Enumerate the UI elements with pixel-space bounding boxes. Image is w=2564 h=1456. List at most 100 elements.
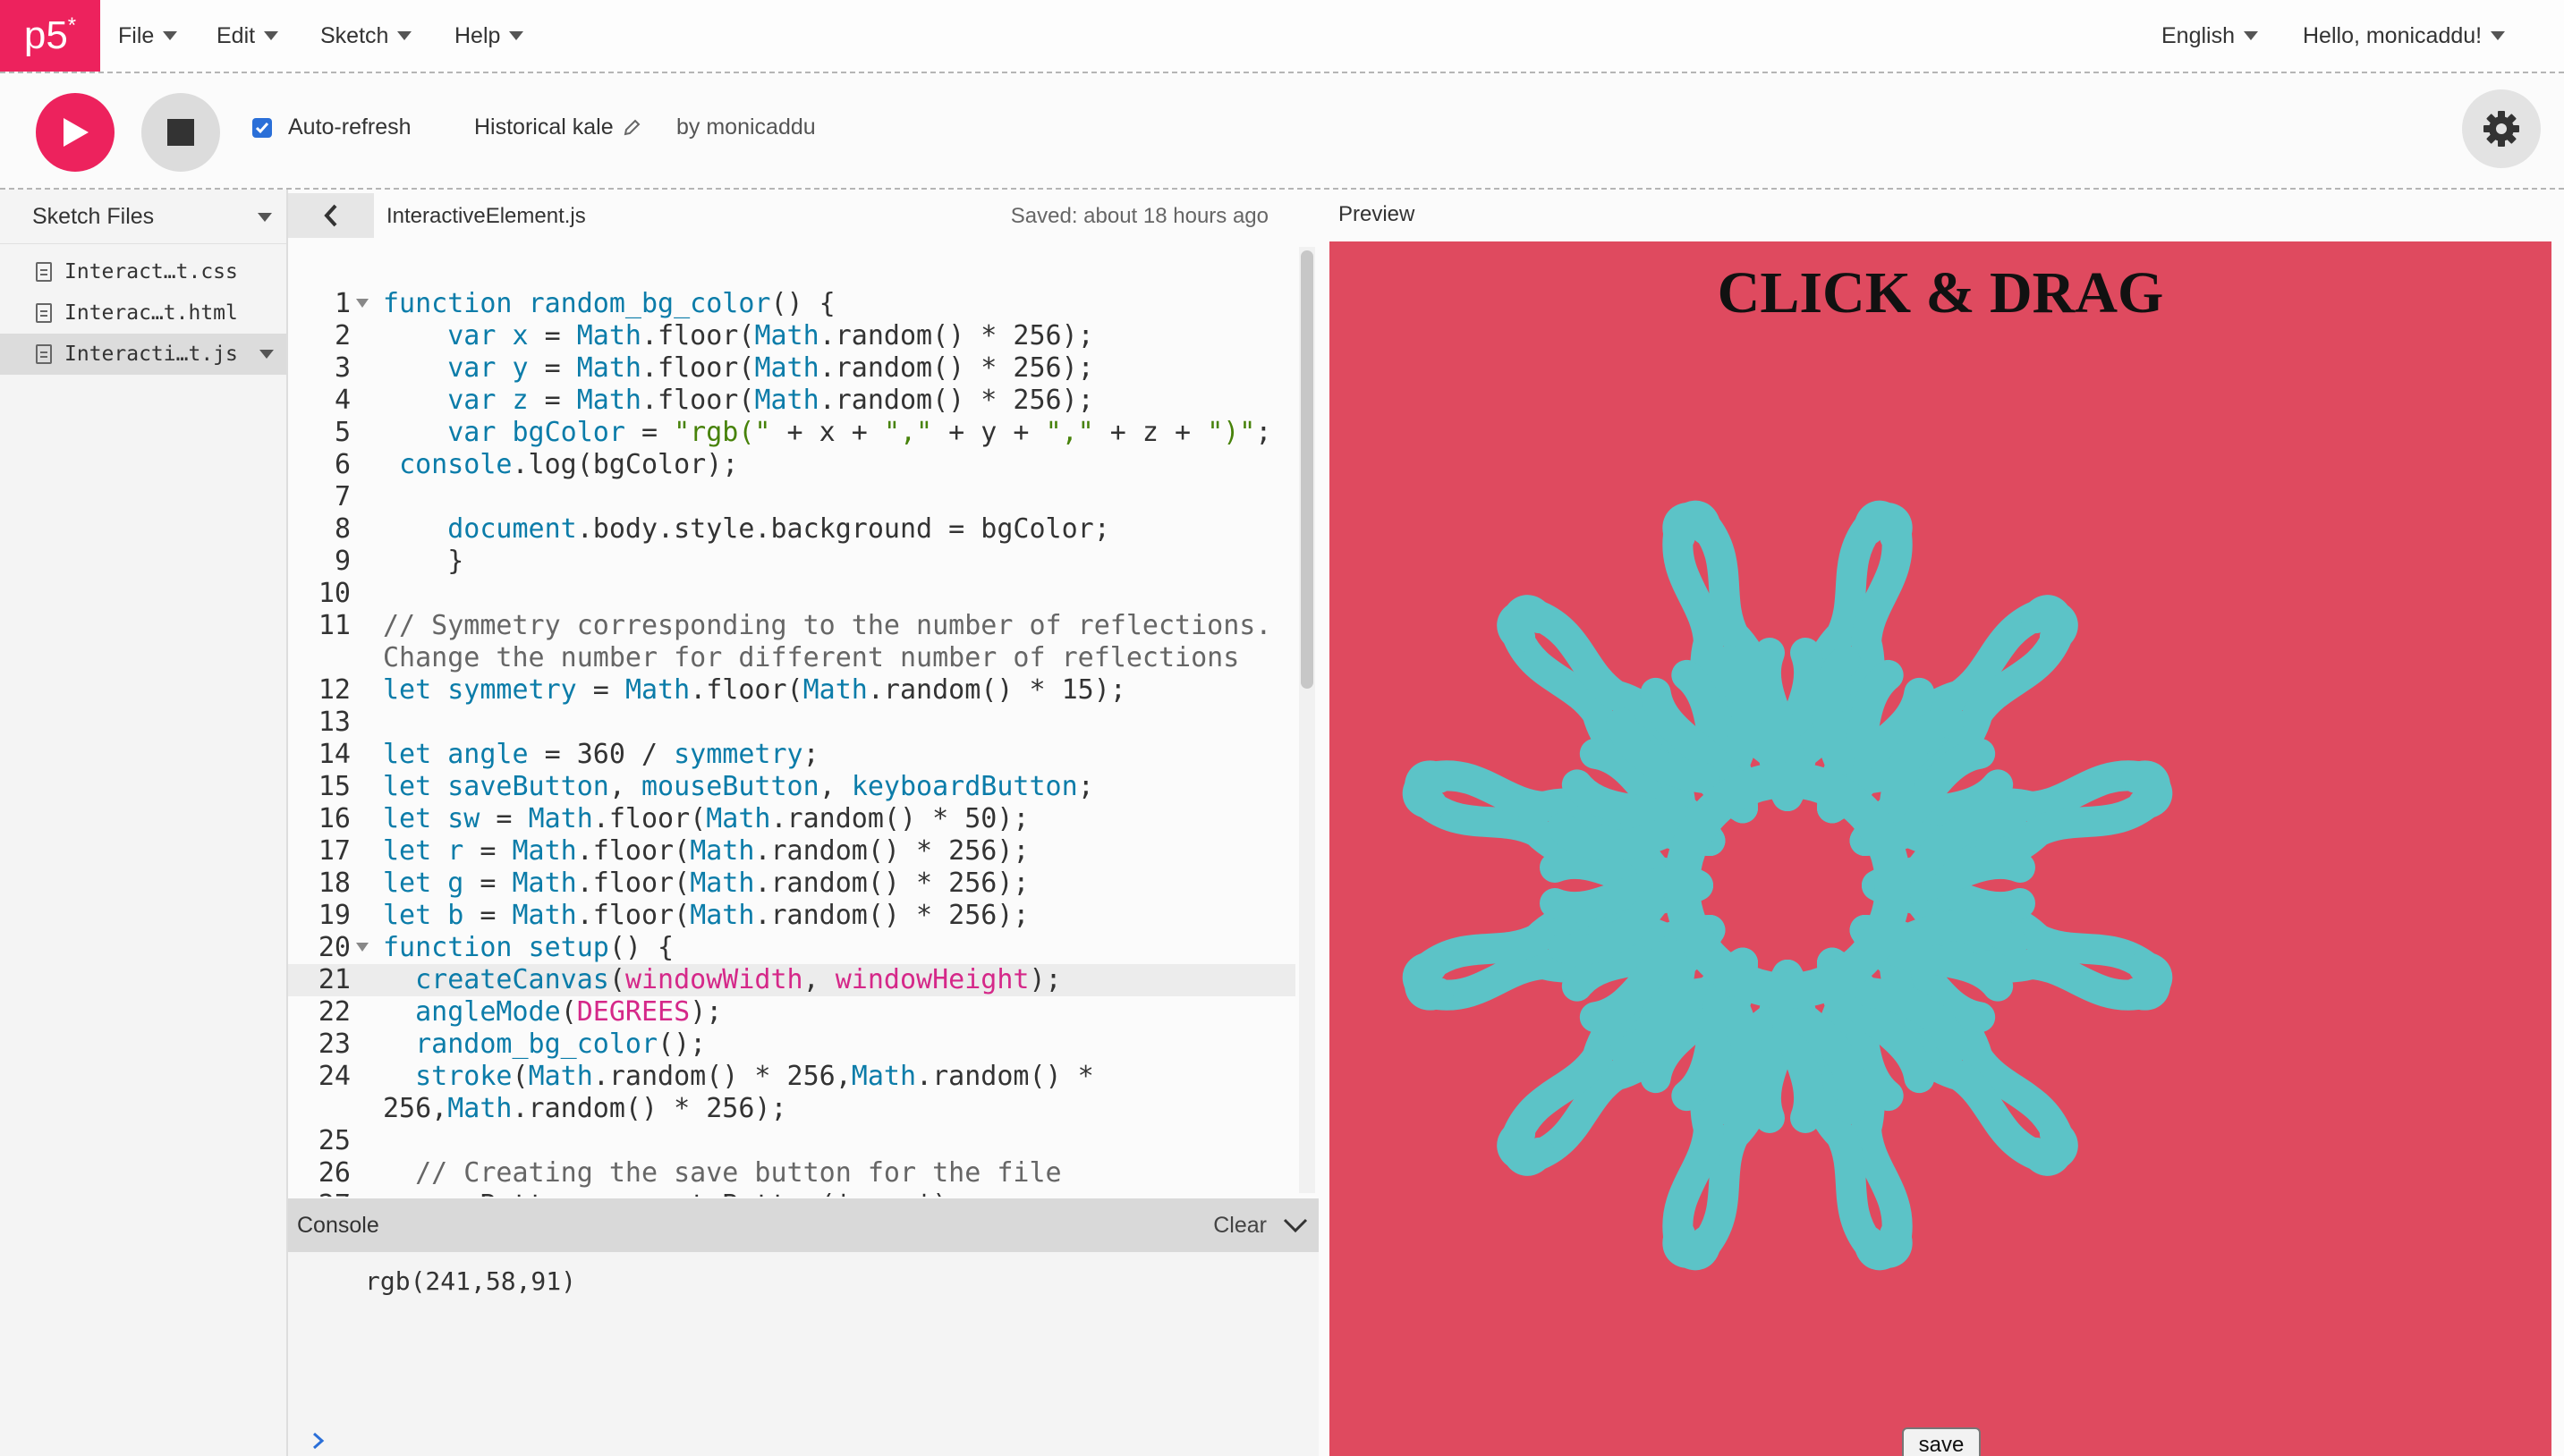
code-editor[interactable]: 1 function random_bg_color() {2 var x = M… [288,243,1295,1197]
code-text: let symmetry = Math.floor(Math.random() … [383,674,1126,706]
code-text: random_bg_color(); [415,1029,707,1060]
line-number: 1 [334,288,351,319]
fold-arrow-icon[interactable] [356,943,369,952]
line-number: 21 [318,964,351,995]
code-text: // Symmetry corresponding to the number … [383,610,1272,641]
play-icon [64,118,89,147]
file-item-js[interactable]: Interacti…t.js [0,334,286,375]
code-line[interactable]: 17 let r = Math.floor(Math.random() * 256… [288,835,1295,868]
code-line[interactable]: 8 document.body.style.background = bgCol… [288,513,1295,546]
code-line[interactable]: 13 [288,707,1295,739]
menu-sketch[interactable]: Sketch [320,0,412,72]
p5-logo[interactable]: p5 * [0,0,100,72]
sidebar-header[interactable]: Sketch Files [0,190,286,244]
code-line[interactable]: 23 random_bg_color(); [288,1029,1295,1061]
sketch-name[interactable]: Historical kale [474,114,641,140]
kaleidoscope-drawing[interactable] [1365,465,2260,1324]
kaleidoscope-center-ring [1664,762,1911,1009]
menu-help[interactable]: Help [454,0,524,72]
file-icon [36,262,52,282]
code-line[interactable]: 9 } [288,546,1295,578]
code-line[interactable]: Change the number for different number o… [288,642,1295,674]
line-number: 22 [318,996,351,1028]
sketch-name-text: Historical kale [474,114,614,140]
file-item-html[interactable]: Interac…t.html [0,292,286,334]
code-line[interactable]: 3 var y = Math.floor(Math.random() * 256… [288,352,1295,385]
code-line[interactable]: 21 createCanvas(windowWidth, windowHeigh… [288,964,1295,996]
auto-refresh-toggle[interactable]: Auto-refresh [252,114,412,140]
code-line[interactable]: 14 let angle = 360 / symmetry; [288,739,1295,771]
top-nav: p5 * File Edit Sketch Help English Hello,… [0,0,2564,73]
code-text: // Creating the save button for the file [415,1157,1062,1189]
collapse-sidebar-button[interactable] [288,193,374,238]
file-icon [36,344,52,364]
code-line[interactable]: 12 let symmetry = Math.floor(Math.random(… [288,674,1295,707]
chevron-right-icon[interactable] [311,1431,326,1451]
line-number: 5 [334,417,351,448]
code-text: Change the number for different number o… [383,642,1240,673]
code-line[interactable]: 5 var bgColor = "rgb(" + x + "," + y + "… [288,417,1295,449]
code-text: console.log(bgColor); [399,449,739,480]
code-line[interactable]: 22 angleMode(DEGREES); [288,996,1295,1029]
saved-status: Saved: about 18 hours ago [1010,204,1269,228]
code-line[interactable]: 20 function setup() { [288,932,1295,964]
console-title: Console [297,1212,379,1238]
code-line[interactable]: 16 let sw = Math.floor(Math.random() * 50… [288,803,1295,835]
editor-scrollbar-thumb[interactable] [1301,250,1313,689]
sidebar-title: Sketch Files [32,203,155,229]
console-clear-button[interactable]: Clear [1213,1213,1267,1239]
file-item-css[interactable]: Interact…t.css [0,251,286,292]
editor-file-name: InteractiveElement.js [386,204,586,228]
code-line[interactable]: 19 let b = Math.floor(Math.random() * 256… [288,900,1295,932]
canvas-save-button[interactable]: save [1902,1427,1981,1456]
code-text: createCanvas(windowWidth, windowHeight); [415,964,1062,995]
line-number: 24 [318,1061,351,1092]
menu-file[interactable]: File [118,0,178,72]
code-text: var bgColor = "rgb(" + x + "," + y + ","… [447,417,1272,448]
user-menu[interactable]: Hello, monicaddu! [2303,0,2506,72]
file-name: Interac…t.html [64,301,238,325]
code-text: var x = Math.floor(Math.random() * 256); [447,320,1094,351]
line-number: 27 [288,1189,351,1197]
language-menu[interactable]: English [2161,0,2258,72]
code-text: let b = Math.floor(Math.random() * 256); [383,900,1030,931]
chevron-down-icon [2491,31,2506,40]
sketch-author[interactable]: by monicaddu [676,114,816,140]
code-text: angleMode(DEGREES); [415,996,723,1028]
chevron-down-icon[interactable] [258,213,272,222]
code-line[interactable]: 25 [288,1125,1295,1157]
code-line[interactable]: 4 var z = Math.floor(Math.random() * 256… [288,385,1295,417]
code-line[interactable]: 11 // Symmetry corresponding to the numbe… [288,610,1295,642]
code-text: var z = Math.floor(Math.random() * 256); [447,385,1094,416]
chevron-down-icon[interactable] [1283,1217,1308,1233]
play-button[interactable] [36,93,115,172]
line-number: 4 [334,385,351,416]
code-line[interactable]: 6 console.log(bgColor); [288,449,1295,481]
menu-edit[interactable]: Edit [216,0,279,72]
code-line[interactable]: 1 function random_bg_color() { [288,288,1295,320]
preview-canvas[interactable]: CLICK & DRAG save [1329,241,2551,1456]
settings-button[interactable] [2462,89,2541,168]
fold-arrow-icon[interactable] [356,299,369,308]
code-line[interactable]: 10 [288,578,1295,610]
auto-refresh-checkbox[interactable] [252,117,272,138]
stop-button[interactable] [141,93,220,172]
file-icon [36,303,52,323]
code-line[interactable]: 24 stroke(Math.random() * 256,Math.rando… [288,1061,1295,1093]
code-text: let angle = 360 / symmetry; [383,739,819,770]
code-line[interactable]: 15 let saveButton, mouseButton, keyboardB… [288,771,1295,803]
code-line[interactable]: 7 [288,481,1295,513]
code-line[interactable]: 2 var x = Math.floor(Math.random() * 256… [288,320,1295,352]
console-body: rgb(241,58,91) [288,1252,1319,1456]
line-number: 7 [334,481,351,512]
code-line[interactable]: 18 let g = Math.floor(Math.random() * 256… [288,868,1295,900]
code-text: let g = Math.floor(Math.random() * 256); [383,868,1030,899]
code-line[interactable]: 27 saveButton = createButton('save'); [288,1189,1295,1197]
gear-icon [2483,111,2519,147]
chevron-down-icon [2244,31,2258,40]
pencil-icon[interactable] [623,119,641,137]
code-line[interactable]: 256,Math.random() * 256); [288,1093,1295,1125]
file-options-icon[interactable] [259,350,274,359]
code-text: let r = Math.floor(Math.random() * 256); [383,835,1030,867]
code-line[interactable]: 26 // Creating the save button for the f… [288,1157,1295,1189]
